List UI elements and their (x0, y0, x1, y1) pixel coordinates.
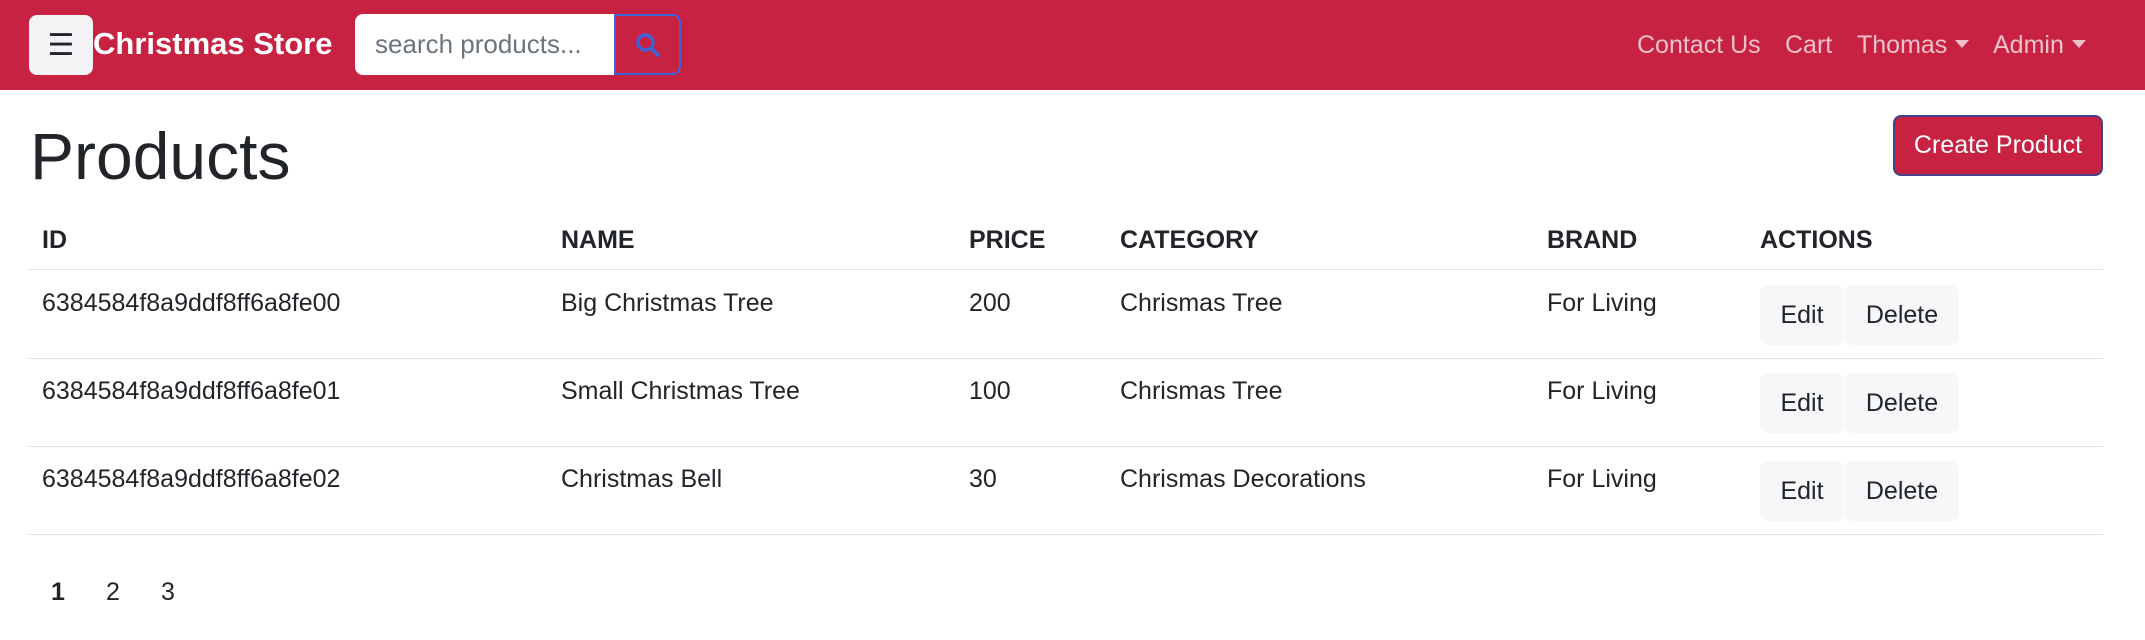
page-title: Products (30, 119, 291, 193)
user-name-label: Thomas (1857, 31, 1948, 59)
nav-admin-dropdown[interactable]: Admin (1993, 31, 2086, 60)
cell-id: 6384584f8a9ddf8ff6a8fe01 (42, 377, 341, 405)
edit-button[interactable]: Edit (1760, 373, 1844, 433)
page-link-1[interactable]: 1 (51, 578, 65, 607)
cell-id: 6384584f8a9ddf8ff6a8fe02 (42, 465, 341, 493)
table-row: 6384584f8a9ddf8ff6a8fe00 Big Christmas T… (29, 271, 2103, 359)
cell-name: Christmas Bell (561, 465, 723, 493)
table-row: 6384584f8a9ddf8ff6a8fe02 Christmas Bell … (29, 447, 2103, 535)
cell-price: 200 (969, 289, 1011, 317)
header-id: ID (42, 226, 67, 254)
cell-category: Chrismas Decorations (1120, 465, 1366, 493)
header-price: PRICE (969, 226, 1046, 254)
page-link-3[interactable]: 3 (161, 578, 175, 607)
delete-button[interactable]: Delete (1845, 461, 1959, 521)
admin-label: Admin (1993, 31, 2064, 59)
edit-button[interactable]: Edit (1760, 461, 1844, 521)
table-header: ID NAME PRICE CATEGORY BRAND ACTIONS (29, 214, 2103, 270)
search-button[interactable] (614, 14, 681, 75)
header-category: CATEGORY (1120, 226, 1259, 254)
cell-category: Chrismas Tree (1120, 377, 1283, 405)
navbar: ☰ Christmas Store Contact Us Cart Thomas… (0, 0, 2145, 90)
search-icon (635, 32, 660, 57)
brand-link[interactable]: Christmas Store (93, 26, 332, 62)
cell-name: Big Christmas Tree (561, 289, 774, 317)
header-name: NAME (561, 226, 635, 254)
menu-icon: ☰ (47, 28, 75, 62)
cell-brand: For Living (1547, 289, 1657, 317)
search-input[interactable] (355, 14, 614, 75)
header-actions: ACTIONS (1760, 226, 1873, 254)
cell-brand: For Living (1547, 465, 1657, 493)
table-row: 6384584f8a9ddf8ff6a8fe01 Small Christmas… (29, 359, 2103, 447)
nav-cart[interactable]: Cart (1785, 31, 1832, 60)
caret-down-icon (2071, 40, 2086, 48)
nav-user-dropdown[interactable]: Thomas (1857, 31, 1970, 60)
cell-category: Chrismas Tree (1120, 289, 1283, 317)
caret-down-icon (1955, 40, 1970, 48)
cell-id: 6384584f8a9ddf8ff6a8fe00 (42, 289, 341, 317)
cell-price: 100 (969, 377, 1011, 405)
header-brand: BRAND (1547, 226, 1638, 254)
cell-name: Small Christmas Tree (561, 377, 800, 405)
nav-contact-us[interactable]: Contact Us (1637, 31, 1761, 60)
cell-brand: For Living (1547, 377, 1657, 405)
delete-button[interactable]: Delete (1845, 373, 1959, 433)
edit-button[interactable]: Edit (1760, 285, 1844, 345)
menu-toggle-button[interactable]: ☰ (29, 15, 93, 75)
page-link-2[interactable]: 2 (106, 578, 120, 607)
cell-price: 30 (969, 465, 997, 493)
create-product-button[interactable]: Create Product (1893, 115, 2103, 176)
delete-button[interactable]: Delete (1845, 285, 1959, 345)
